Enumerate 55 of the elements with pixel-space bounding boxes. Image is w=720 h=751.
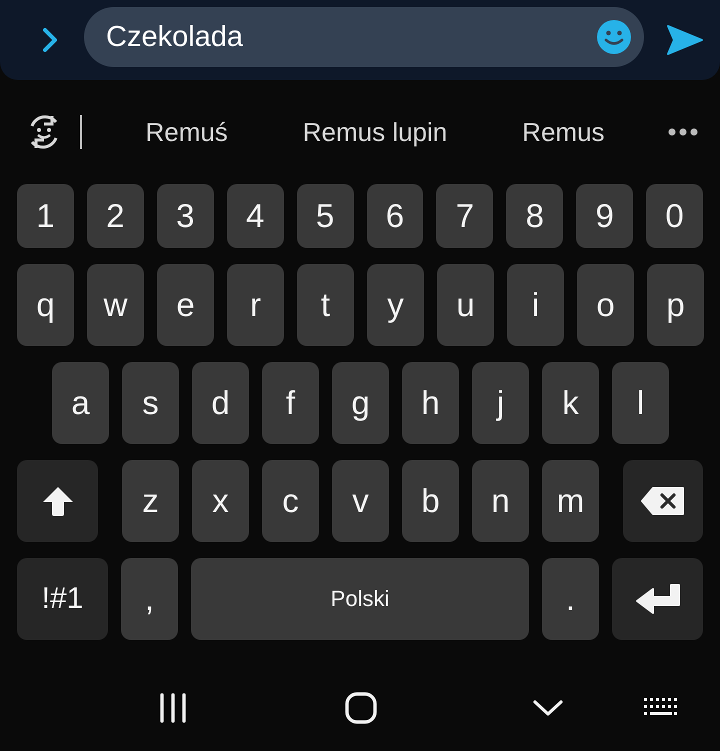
key[interactable]: ,	[121, 558, 178, 640]
shift-key[interactable]	[17, 460, 98, 542]
key[interactable]: 0	[646, 184, 704, 248]
key[interactable]: 4	[226, 184, 284, 248]
key[interactable]: p	[647, 264, 704, 346]
key[interactable]: c	[262, 460, 319, 542]
key[interactable]: q	[17, 264, 74, 346]
backspace-icon	[641, 487, 685, 515]
key[interactable]: 7	[436, 184, 494, 248]
symbols-key[interactable]: !#1	[17, 558, 108, 640]
key[interactable]: j	[472, 362, 529, 444]
key[interactable]: t	[297, 264, 354, 346]
key[interactable]: l	[612, 362, 669, 444]
key[interactable]: e	[157, 264, 214, 346]
key[interactable]: d	[192, 362, 249, 444]
space-key[interactable]: Polski	[191, 558, 529, 640]
key[interactable]: f	[262, 362, 319, 444]
key[interactable]: n	[472, 460, 529, 542]
key[interactable]: x	[192, 460, 249, 542]
key[interactable]: i	[507, 264, 564, 346]
suggestion[interactable]: Remuś	[145, 116, 228, 148]
arrow-up-icon	[40, 485, 74, 517]
key[interactable]: 6	[366, 184, 424, 248]
key[interactable]: y	[367, 264, 424, 346]
suggestion[interactable]: Remus lupin	[302, 116, 448, 148]
chevron-down-icon	[532, 699, 564, 717]
key[interactable]: o	[577, 264, 634, 346]
three-bars-icon	[159, 693, 187, 723]
key[interactable]: 1	[17, 184, 74, 248]
key[interactable]: 9	[576, 184, 634, 248]
key[interactable]: z	[122, 460, 179, 542]
key[interactable]: 8	[506, 184, 564, 248]
more-icon[interactable]	[668, 128, 698, 136]
key[interactable]: g	[332, 362, 389, 444]
emoji-icon[interactable]	[596, 19, 632, 55]
rounded-square-icon	[345, 692, 377, 724]
send-icon[interactable]	[666, 23, 704, 57]
key[interactable]: 3	[156, 184, 214, 248]
key[interactable]: k	[542, 362, 599, 444]
key[interactable]: s	[122, 362, 179, 444]
key[interactable]: 2	[86, 184, 144, 248]
key[interactable]: .	[542, 558, 599, 640]
key[interactable]: m	[542, 460, 599, 542]
enter-key[interactable]	[612, 558, 703, 640]
enter-arrow-icon	[634, 583, 680, 615]
key[interactable]: a	[52, 362, 109, 444]
key[interactable]: h	[402, 362, 459, 444]
suggestion[interactable]: Remus	[522, 116, 605, 148]
key[interactable]: v	[332, 460, 389, 542]
key[interactable]: 5	[296, 184, 354, 248]
key[interactable]: w	[87, 264, 144, 346]
key[interactable]: r	[227, 264, 284, 346]
backspace-key[interactable]	[623, 460, 703, 542]
key[interactable]: u	[437, 264, 494, 346]
key[interactable]: b	[402, 460, 459, 542]
